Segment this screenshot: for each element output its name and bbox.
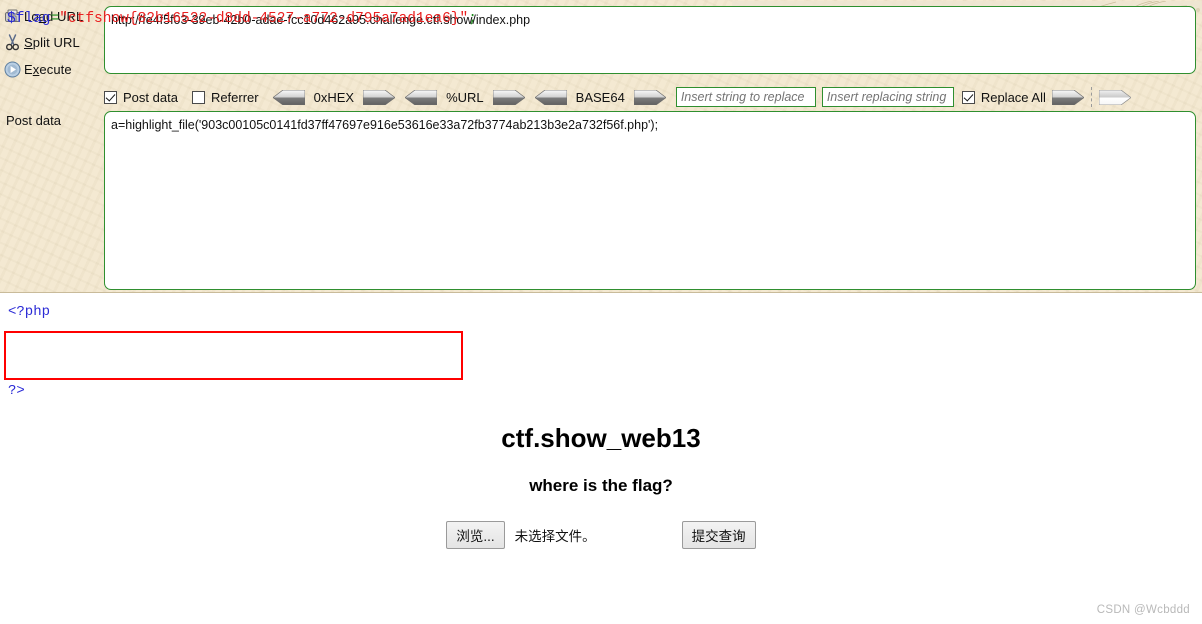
watermark: CSDN @Wcbddd [1096, 604, 1190, 616]
php-open-tag: <?php [8, 304, 51, 320]
execute-label: Execute [24, 61, 72, 77]
url-encode-button[interactable] [492, 89, 525, 105]
hex-encoder-label: 0xHEX [313, 89, 355, 105]
right-chevron-icon [633, 89, 666, 105]
page-title: ctf.show_web13 [501, 423, 701, 453]
replace-with-input[interactable] [821, 87, 954, 107]
flag-variable: $flag [7, 11, 51, 27]
hex-decode-button[interactable] [272, 89, 305, 105]
left-chevron-icon [405, 89, 438, 105]
post-data-section-label: Post data [6, 113, 61, 128]
replace-all-checkbox-label: Replace All [980, 89, 1046, 105]
encoder-group-url: %URL [405, 89, 525, 105]
right-chevron-outline-icon [1098, 89, 1131, 105]
replace-all-checkbox[interactable]: Replace All [961, 89, 1046, 105]
encoder-group-base64: BASE64 [534, 89, 666, 105]
referrer-checkbox-box[interactable] [191, 90, 205, 104]
upload-form: 浏览... 未选择文件。 提交查询 [0, 521, 1202, 549]
post-data-checkbox-label: Post data [123, 89, 178, 105]
hackbar-panel: Load URL Split URL Execute Post data htt… [0, 0, 1202, 293]
flag-string-value: ctfshow{82b16522-d8dd-4527-a772-d795a7ad… [67, 11, 460, 27]
php-close-tag: ?> [8, 383, 25, 399]
right-chevron-icon [363, 89, 396, 105]
replace-extra-button[interactable] [1098, 89, 1131, 105]
split-url-label: Split URL [24, 34, 80, 50]
base64-encode-button[interactable] [633, 89, 666, 105]
replace-all-checkbox-box[interactable] [961, 90, 975, 104]
play-icon-svg [4, 61, 20, 77]
referrer-checkbox-label: Referrer [210, 89, 259, 105]
base64-encoder-label: BASE64 [575, 89, 625, 105]
command-column: Load URL Split URL Execute Post data [0, 0, 100, 292]
left-chevron-icon [534, 89, 567, 105]
right-chevron-icon [492, 89, 525, 105]
flag-quote-open: " [59, 11, 68, 27]
hex-encode-button[interactable] [363, 89, 396, 105]
flag-code-line: $flag="ctfshow{82b16522-d8dd-4527-a772-d… [7, 11, 477, 27]
flag-statement-terminator: ; [468, 11, 477, 27]
file-status-label: 未选择文件。 [514, 529, 596, 544]
post-data-checkbox[interactable]: Post data [104, 90, 178, 105]
file-browse-button[interactable]: 浏览... [446, 521, 505, 549]
flag-highlight-box [4, 331, 463, 380]
post-data-input[interactable]: a=highlight_file('903c00105c0141fd37ff47… [104, 111, 1196, 290]
post-data-checkbox-box[interactable] [104, 90, 117, 104]
left-chevron-icon [272, 89, 305, 105]
replace-apply-button[interactable] [1051, 89, 1084, 105]
flag-assign-operator: = [50, 11, 60, 27]
play-icon [0, 61, 24, 78]
scissors-icon-svg [5, 33, 19, 50]
replace-find-input[interactable] [675, 87, 816, 107]
execute-button[interactable]: Execute [0, 58, 100, 80]
base64-decode-button[interactable] [534, 89, 567, 105]
right-chevron-icon [1051, 89, 1084, 105]
split-url-button[interactable]: Split URL [0, 31, 100, 53]
referrer-checkbox[interactable]: Referrer [191, 89, 259, 105]
submit-button[interactable]: 提交查询 [681, 521, 756, 549]
scissors-icon [0, 33, 24, 51]
encoder-group-hex: 0xHEX [272, 89, 396, 105]
url-encoder-label: %URL [446, 89, 484, 105]
options-toolbar: Post data Referrer 0xHEX %URL BASE64 Ins… [104, 84, 1196, 110]
toolbar-divider [1090, 87, 1092, 107]
page-subtitle: where is the flag? [529, 476, 673, 495]
flag-quote-close: " [459, 11, 469, 27]
url-decode-button[interactable] [405, 89, 438, 105]
